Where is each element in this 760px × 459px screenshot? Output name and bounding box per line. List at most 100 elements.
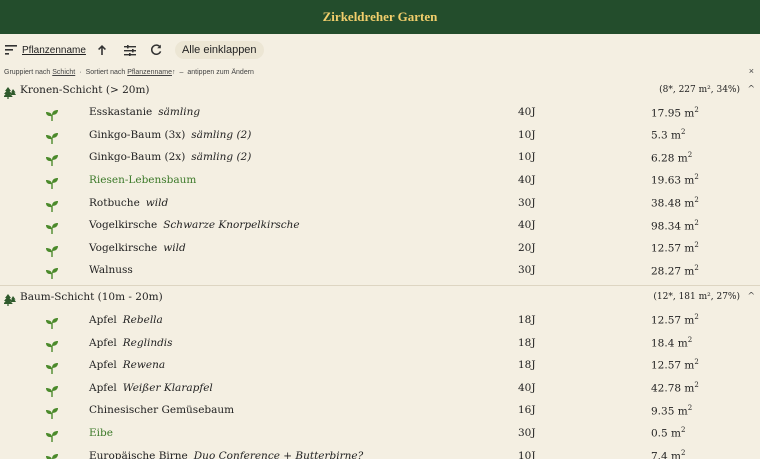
area-unit-sup: 2 bbox=[694, 105, 699, 114]
tree-icon bbox=[3, 84, 16, 99]
arrow-up-icon[interactable] bbox=[95, 43, 109, 57]
sprout-icon bbox=[46, 264, 58, 280]
sprout-icon bbox=[46, 197, 58, 212]
plant-name: Europäische Birne Duo Conference + Butter… bbox=[89, 450, 363, 459]
app-title: Zirkeldreher Garten bbox=[322, 9, 438, 24]
plant-variety: Rebella bbox=[122, 314, 163, 327]
refresh-icon[interactable] bbox=[149, 43, 163, 57]
tree-icon bbox=[3, 291, 16, 307]
plant-area-value: 5.3 m bbox=[651, 129, 681, 142]
sprout-icon bbox=[46, 382, 58, 397]
plant-row[interactable]: Chinesischer Gemüsebaum 16J 9.35 m2 bbox=[0, 399, 760, 422]
plant-name: Apfel Weißer Klarapfel bbox=[89, 382, 213, 394]
plant-area-value: 38.48 m bbox=[651, 197, 695, 210]
plant-row[interactable]: Apfel Rebella 18J 12.57 m2 bbox=[0, 309, 760, 332]
grouped-prefix: Gruppiert nach bbox=[4, 68, 51, 76]
plant-area: 18.4 m2 bbox=[651, 336, 692, 350]
plant-area: 12.57 m2 bbox=[651, 358, 699, 372]
plant-area: 7.4 m2 bbox=[651, 449, 685, 459]
plant-name: Esskastanie sämling bbox=[89, 106, 200, 118]
chevron-up-icon[interactable]: ^ bbox=[747, 85, 755, 95]
area-unit-sup: 2 bbox=[694, 173, 699, 182]
plant-area: 5.3 m2 bbox=[651, 128, 685, 142]
plant-area: 12.57 m2 bbox=[651, 241, 699, 255]
plant-species: Apfel bbox=[89, 314, 117, 327]
collapse-all-button[interactable]: Alle einklappen bbox=[174, 41, 264, 59]
section-header[interactable]: Baum-Schicht (10m - 20m) (12*, 181 m², 27… bbox=[0, 286, 760, 309]
plant-area: 17.95 m2 bbox=[651, 106, 699, 120]
plant-row[interactable]: Ginkgo-Baum (3x) sämling (2) 10J 5.3 m2 bbox=[0, 124, 760, 147]
plant-age: 30J bbox=[518, 196, 536, 209]
sorted-by-link[interactable]: Pflanzenname bbox=[127, 69, 172, 76]
sort-icon[interactable] bbox=[4, 43, 18, 57]
area-unit-sup: 2 bbox=[687, 150, 693, 159]
plant-row[interactable]: Ginkgo-Baum (2x) sämling (2) 10J 6.28 m2 bbox=[0, 146, 760, 169]
plant-age: 30J bbox=[518, 264, 536, 277]
chevron-up-icon[interactable]: ^ bbox=[747, 292, 755, 302]
plant-age: 18J bbox=[518, 359, 536, 372]
grouped-by-link[interactable]: Schicht bbox=[52, 69, 75, 76]
plant-species: Chinesischer Gemüsebaum bbox=[89, 404, 235, 417]
section-header[interactable]: Kronen-Schicht (> 20m) (8*, 227 m², 34%) ^ bbox=[0, 78, 760, 101]
plant-row[interactable]: Apfel Reglindis 18J 18.4 m2 bbox=[0, 331, 760, 354]
plant-age: 10J bbox=[518, 151, 536, 164]
sprout-icon bbox=[46, 427, 58, 443]
plant-species: Vogelkirsche bbox=[89, 219, 158, 232]
plant-name: Walnuss bbox=[89, 264, 133, 276]
section-title: Baum-Schicht (10m - 20m) bbox=[20, 291, 163, 304]
plant-row[interactable]: Apfel Rewena 18J 12.57 m2 bbox=[0, 354, 760, 377]
plant-name: Vogelkirsche wild bbox=[89, 242, 186, 254]
plant-name: Chinesischer Gemüsebaum bbox=[89, 404, 234, 416]
plant-row[interactable]: Europäische Birne Duo Conference + Butter… bbox=[0, 444, 760, 459]
plant-area: 38.48 m2 bbox=[651, 196, 699, 210]
sort-field-label[interactable]: Pflanzenname bbox=[22, 45, 86, 56]
area-unit-sup: 2 bbox=[681, 448, 686, 457]
area-unit-sup: 2 bbox=[694, 218, 699, 227]
plant-row[interactable]: Vogelkirsche wild 20J 12.57 m2 bbox=[0, 237, 760, 260]
plant-age: 20J bbox=[518, 241, 536, 254]
close-icon[interactable]: × bbox=[749, 66, 754, 76]
sorted-prefix: Sortiert nach bbox=[85, 68, 126, 76]
plant-row[interactable]: Walnuss 30J 28.27 m2 bbox=[0, 259, 760, 282]
plant-variety: Rewena bbox=[122, 359, 166, 372]
plant-area-value: 0.5 m bbox=[651, 427, 681, 440]
tune-icon[interactable] bbox=[123, 43, 137, 57]
plant-species: Rotbuche bbox=[89, 196, 140, 209]
plant-row[interactable]: Eibe 30J 0.5 m2 bbox=[0, 422, 760, 445]
plant-area-value: 42.78 m bbox=[651, 382, 695, 395]
plant-species: Eibe bbox=[89, 427, 113, 440]
plant-variety: sämling bbox=[158, 106, 201, 119]
plant-area-value: 18.4 m bbox=[651, 337, 688, 350]
plant-name: Apfel Rewena bbox=[89, 359, 165, 371]
layer-section: Kronen-Schicht (> 20m) (8*, 227 m², 34%) ^… bbox=[0, 78, 760, 286]
plant-area-value: 12.57 m bbox=[651, 314, 695, 327]
plant-species: Apfel bbox=[89, 336, 117, 349]
plant-age: 40J bbox=[518, 174, 536, 187]
plant-variety: wild bbox=[163, 241, 186, 254]
plant-area: 0.5 m2 bbox=[651, 426, 685, 440]
plant-row[interactable]: Riesen-Lebensbaum 40J 19.63 m2 bbox=[0, 169, 760, 192]
plant-name: Ginkgo-Baum (2x) sämling (2) bbox=[89, 151, 251, 163]
plant-name: Apfel Rebella bbox=[89, 314, 163, 326]
plant-age: 40J bbox=[518, 219, 536, 232]
sorted-arrow: ↑ bbox=[171, 68, 176, 76]
sprout-icon bbox=[46, 314, 58, 330]
plant-variety: Reglindis bbox=[122, 336, 173, 349]
plant-area: 98.34 m2 bbox=[651, 219, 699, 233]
sort-info-bar[interactable]: Gruppiert nach Schicht · Sortiert nach P… bbox=[0, 66, 760, 78]
plant-variety: wild bbox=[145, 196, 169, 209]
plant-area: 42.78 m2 bbox=[651, 381, 699, 395]
plant-age: 18J bbox=[518, 314, 536, 327]
plant-row[interactable]: Rotbuche wild 30J 38.48 m2 bbox=[0, 191, 760, 214]
plant-row[interactable]: Esskastanie sämling 40J 17.95 m2 bbox=[0, 101, 760, 124]
plant-age: 18J bbox=[518, 336, 536, 349]
plant-variety: Duo Conference + Butterbirne? bbox=[193, 449, 364, 459]
app-bar: Zirkeldreher Garten bbox=[0, 0, 760, 34]
plant-area-value: 7.4 m bbox=[651, 450, 681, 459]
plant-row[interactable]: Vogelkirsche Schwarze Knorpelkirsche 40J 98… bbox=[0, 214, 760, 237]
plant-row[interactable]: Apfel Weißer Klarapfel 40J 42.78 m2 bbox=[0, 377, 760, 400]
plant-species: Esskastanie bbox=[89, 106, 153, 119]
area-unit-sup: 2 bbox=[681, 426, 686, 435]
plant-name: Eibe bbox=[89, 427, 113, 439]
plant-age: 30J bbox=[518, 427, 536, 440]
